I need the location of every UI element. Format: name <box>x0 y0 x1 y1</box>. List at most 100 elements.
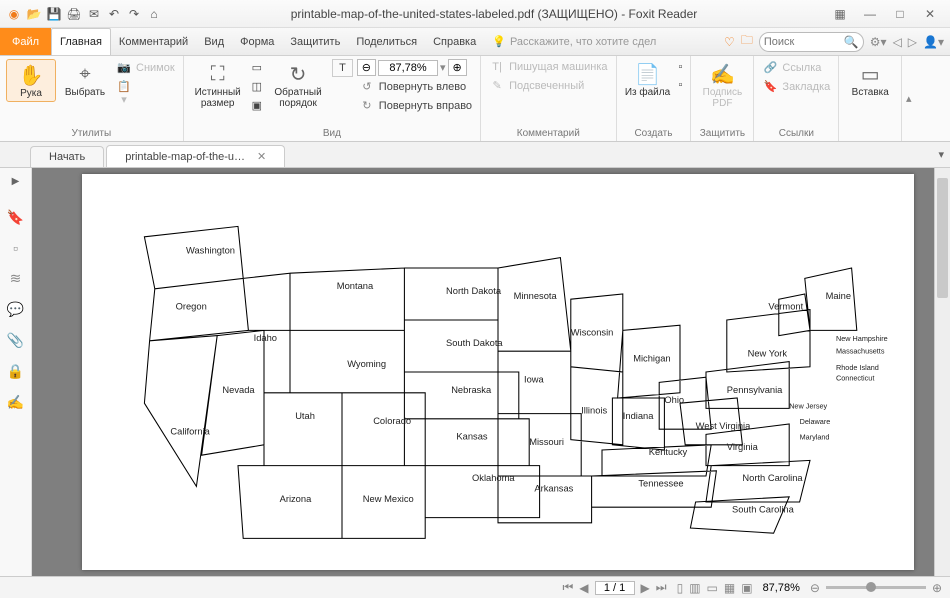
from-clip-icon[interactable]: ▫ <box>677 77 685 93</box>
clipboard-button[interactable]: 📋▾ <box>114 78 177 108</box>
highlight-button[interactable]: ✎Подсвеченный <box>487 77 609 94</box>
maximize-icon[interactable]: □ <box>890 7 910 21</box>
tab-comment[interactable]: Комментарий <box>111 28 196 55</box>
file-tab[interactable]: Файл <box>0 28 51 55</box>
zoom-in-button[interactable]: ⊕ <box>448 59 467 76</box>
tab-help[interactable]: Справка <box>425 28 484 55</box>
scrollbar-thumb[interactable] <box>937 178 948 298</box>
prev-page-icon[interactable]: ◀ <box>579 581 588 595</box>
select-tool[interactable]: ⌖ Выбрать <box>60 59 110 100</box>
search-input[interactable] <box>764 36 844 48</box>
tab-start[interactable]: Начать <box>30 146 104 167</box>
rotate-right-button[interactable]: ↻Повернуть вправо <box>357 97 474 114</box>
tab-form[interactable]: Форма <box>232 28 282 55</box>
zoom-slider[interactable] <box>826 586 926 589</box>
zoom-dropdown-icon[interactable]: ▾ <box>440 61 446 74</box>
bookmark-panel-icon[interactable]: 🔖 <box>7 209 24 226</box>
first-page-icon[interactable]: ⏮ <box>562 580 573 595</box>
sidebar-expand-icon[interactable]: ▶ <box>12 176 20 187</box>
security-panel-icon[interactable]: 🔒 <box>7 363 24 380</box>
text-mode-button[interactable]: T <box>332 59 353 77</box>
blank-icon[interactable]: ▫ <box>677 59 685 75</box>
page-nav: ⏮ ◀ 1 / 1 ▶ ⏭ <box>562 580 666 595</box>
sign-pdf-button[interactable]: ✍ Подпись PDF <box>697 59 747 111</box>
read-mode-icon[interactable]: ▣ <box>741 581 752 595</box>
typewriter-button[interactable]: T|Пишущая машинка <box>487 59 609 75</box>
protect-label: Защитить <box>697 126 747 141</box>
bookmark-icon: 🔖 <box>762 80 778 93</box>
ribbon-collapse-icon[interactable]: ▴ <box>901 56 915 141</box>
redo-icon[interactable]: ↷ <box>126 6 142 22</box>
gear-icon[interactable]: ⚙▾ <box>870 35 887 49</box>
user-icon[interactable]: 👤▾ <box>923 35 944 49</box>
insert-group-label <box>845 137 895 141</box>
email-icon[interactable]: ✉ <box>86 6 102 22</box>
search-box[interactable]: 🔍 <box>759 32 864 52</box>
undo-icon[interactable]: ↶ <box>106 6 122 22</box>
zoom-out-button[interactable]: ⊖ <box>357 59 376 76</box>
vertical-scrollbar[interactable] <box>934 168 950 576</box>
tab-home[interactable]: Главная <box>51 28 111 55</box>
signatures-panel-icon[interactable]: ✍ <box>7 394 24 411</box>
from-file-icon: 📄 <box>635 61 660 87</box>
tell-me-text: Расскажите, что хотите сдел <box>510 36 656 48</box>
from-file-button[interactable]: 📄 Из файла <box>623 59 673 100</box>
reflow-button[interactable]: ↻ Обратный порядок <box>268 59 328 111</box>
state-label: Illinois <box>581 406 607 416</box>
tell-me[interactable]: 💡 Расскажите, что хотите сдел <box>492 28 656 55</box>
next-icon[interactable]: ▷ <box>908 35 917 49</box>
group-links: 🔗Ссылка 🔖Закладка Ссылки <box>754 56 839 141</box>
layers-panel-icon[interactable]: ≋ <box>10 270 22 287</box>
snapshot-button[interactable]: 📷Снимок <box>114 59 177 76</box>
fit-visible-icon[interactable]: ▣ <box>250 97 264 114</box>
insert-button[interactable]: ▭ Вставка <box>845 59 895 100</box>
fit-page-icon[interactable]: ▭ <box>250 59 264 76</box>
home-icon[interactable]: ⌂ <box>146 6 162 22</box>
tab-view[interactable]: Вид <box>196 28 232 55</box>
fit-width-icon[interactable]: ◫ <box>250 78 264 95</box>
zoom-out-icon[interactable]: ⊖ <box>810 581 820 595</box>
folder-icon[interactable]: 🗀 <box>741 31 753 52</box>
attachments-panel-icon[interactable]: 📎 <box>7 332 24 349</box>
close-icon[interactable]: ✕ <box>920 7 940 21</box>
rotate-left-button[interactable]: ↺Повернуть влево <box>357 78 474 95</box>
save-icon[interactable]: 💾 <box>46 6 62 22</box>
zoom-value[interactable]: 87,78% <box>378 60 438 76</box>
tab-share[interactable]: Поделиться <box>348 28 425 55</box>
continuous-icon[interactable]: ▥ <box>689 581 700 595</box>
search-icon[interactable]: 🔍 <box>844 35 859 49</box>
print-icon[interactable]: 🖨 <box>66 6 82 22</box>
heart-icon[interactable]: ♡ <box>724 35 735 49</box>
zoom-handle[interactable] <box>866 582 876 592</box>
sign-icon: ✍ <box>710 61 735 87</box>
insert-icon: ▭ <box>861 61 880 87</box>
prev-icon[interactable]: ◁ <box>893 35 902 49</box>
pdf-page: WashingtonOregonCaliforniaNevadaIdahoMon… <box>82 174 914 570</box>
actual-size-icon: ⛶ <box>211 61 225 87</box>
facing-icon[interactable]: ▭ <box>707 581 718 595</box>
tabs-menu-icon[interactable]: ▾ <box>938 148 944 161</box>
rotate-right-label: Повернуть вправо <box>379 100 472 112</box>
zoom-in-icon[interactable]: ⊕ <box>932 581 942 595</box>
minimize-icon[interactable]: — <box>860 7 880 21</box>
comments-panel-icon[interactable]: 💬 <box>7 301 24 318</box>
tab-document[interactable]: printable-map-of-the-u… ✕ <box>106 145 285 167</box>
tab-protect[interactable]: Защитить <box>282 28 348 55</box>
tab-doc-label: printable-map-of-the-u… <box>125 151 245 163</box>
bookmark-button[interactable]: 🔖Закладка <box>760 78 832 95</box>
continuous-facing-icon[interactable]: ▦ <box>724 581 735 595</box>
tab-close-icon[interactable]: ✕ <box>257 150 266 163</box>
logo-icon: ◉ <box>6 6 22 22</box>
next-page-icon[interactable]: ▶ <box>641 581 650 595</box>
typewriter-icon: T| <box>489 61 505 73</box>
hand-tool[interactable]: ✋ Рука <box>6 59 56 102</box>
link-button[interactable]: 🔗Ссылка <box>760 59 832 76</box>
pages-panel-icon[interactable]: ▫ <box>13 240 18 256</box>
ribbon-mode-icon[interactable]: ▦ <box>830 7 850 21</box>
document-viewer[interactable]: WashingtonOregonCaliforniaNevadaIdahoMon… <box>32 168 934 576</box>
open-icon[interactable]: 📂 <box>26 6 42 22</box>
single-page-icon[interactable]: ▯ <box>677 581 684 595</box>
actual-size-button[interactable]: ⛶ Истинный размер <box>190 59 246 111</box>
page-input[interactable]: 1 / 1 <box>595 581 635 595</box>
last-page-icon[interactable]: ⏭ <box>656 580 667 595</box>
